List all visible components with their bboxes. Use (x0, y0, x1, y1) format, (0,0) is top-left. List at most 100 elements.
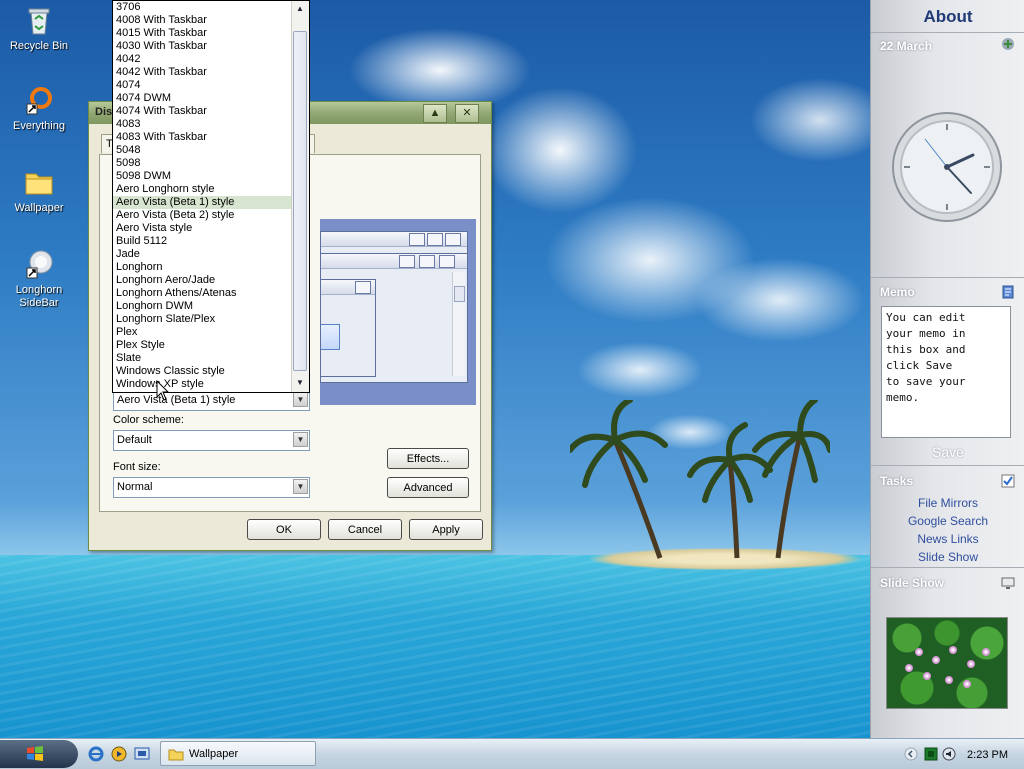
mouse-cursor-icon (156, 380, 170, 401)
preview-message-box (320, 279, 376, 377)
style-dropdown-list[interactable]: 3706 4008 With Taskbar 4015 With Taskbar 40… (112, 0, 310, 393)
analog-clock (892, 112, 1002, 222)
slideshow-image[interactable] (886, 617, 1008, 709)
recycle-bin-icon (23, 4, 55, 36)
dropdown-item[interactable]: 4042 (113, 53, 291, 66)
effects-button[interactable]: Effects... (387, 448, 469, 469)
dropdown-item[interactable]: 3706 (113, 1, 291, 14)
dropdown-item[interactable]: Slate (113, 352, 291, 365)
start-button[interactable] (0, 740, 78, 768)
preview-close-icon (439, 255, 455, 268)
desktop-background: Recycle Bin Everything Wallpaper Longhor… (0, 0, 870, 738)
desktop-icon-label: Wallpaper (14, 202, 64, 214)
dropdown-item[interactable]: 4015 With Taskbar (113, 27, 291, 40)
apply-button[interactable]: Apply (409, 519, 483, 540)
dropdown-item[interactable]: Windows Classic style (113, 365, 291, 378)
desktop-icon-wallpaper[interactable]: Wallpaper (4, 166, 74, 215)
task-slide-show[interactable]: Slide Show (871, 550, 1024, 564)
task-news-links[interactable]: News Links (871, 532, 1024, 546)
memo-save-button[interactable]: Save (871, 444, 1024, 460)
taskbar-button-wallpaper[interactable]: Wallpaper (160, 741, 316, 766)
dropdown-item[interactable]: Aero Vista (Beta 1) style (113, 196, 291, 209)
preview-close-icon (355, 281, 371, 294)
tray-expand-icon[interactable] (904, 747, 918, 761)
sea (0, 555, 870, 738)
clock-settings-icon[interactable] (1001, 37, 1015, 51)
cancel-button[interactable]: Cancel (328, 519, 402, 540)
dropdown-item[interactable]: Longhorn Athens/Atenas (113, 287, 291, 300)
style-select-value: Aero Vista (Beta 1) style (117, 394, 236, 406)
preview-button (321, 324, 340, 350)
preview-maximize-icon (419, 255, 435, 268)
dropdown-item[interactable]: Plex (113, 326, 291, 339)
dropdown-items: 3706 4008 With Taskbar 4015 With Taskbar 40… (113, 1, 291, 391)
dropdown-item[interactable]: 4008 With Taskbar (113, 14, 291, 27)
clock-section: 22 March (871, 32, 1024, 278)
network-icon[interactable] (924, 747, 938, 761)
color-scheme-select[interactable]: Default ▼ (113, 430, 310, 451)
dropdown-item[interactable]: Longhorn (113, 261, 291, 274)
scrollbar-thumb[interactable] (293, 31, 307, 371)
dropdown-item[interactable]: 4042 With Taskbar (113, 66, 291, 79)
desktop-icon-label: Recycle Bin (9, 40, 69, 52)
dropdown-item[interactable]: 4083 With Taskbar (113, 131, 291, 144)
tasks-checklist-icon[interactable] (1001, 474, 1015, 488)
scroll-up-icon[interactable]: ▲ (294, 2, 306, 16)
dropdown-item[interactable]: Longhorn DWM (113, 300, 291, 313)
desktop-icon-everything[interactable]: Everything (4, 84, 74, 133)
dropdown-scrollbar[interactable]: ▲ ▼ (291, 1, 309, 392)
desktop-icon-longhorn-sidebar[interactable]: Longhorn SideBar (4, 248, 74, 310)
desktop-icon-recycle-bin[interactable]: Recycle Bin (4, 4, 74, 53)
dropdown-item[interactable]: Longhorn Slate/Plex (113, 313, 291, 326)
clock-date: 22 March (880, 39, 933, 53)
dropdown-item[interactable]: 4083 (113, 118, 291, 131)
font-size-value: Normal (117, 481, 153, 493)
dropdown-item[interactable]: Jade (113, 248, 291, 261)
dialog-title: Dis (95, 106, 113, 118)
preview-close-icon (445, 233, 461, 246)
desktop-icon-label: Longhorn SideBar (15, 284, 63, 309)
windows-logo-icon (27, 746, 43, 761)
chevron-down-icon[interactable]: ▼ (293, 479, 308, 494)
ok-button[interactable]: OK (247, 519, 321, 540)
color-scheme-value: Default (117, 434, 152, 446)
sidebar-about-title[interactable]: About (871, 0, 1024, 32)
taskbar-button-label: Wallpaper (189, 748, 239, 760)
desktop-icon-label: Everything (13, 120, 65, 132)
memo-notepad-icon[interactable] (1001, 285, 1015, 299)
task-file-mirrors[interactable]: File Mirrors (871, 496, 1024, 510)
dropdown-item[interactable]: 4074 (113, 79, 291, 92)
dropdown-item[interactable]: 5098 DWM (113, 170, 291, 183)
dropdown-item[interactable]: Plex Style (113, 339, 291, 352)
style-select[interactable]: Aero Vista (Beta 1) style ▼ (113, 390, 310, 411)
advanced-button[interactable]: Advanced (387, 477, 469, 498)
dropdown-item[interactable]: 5048 (113, 144, 291, 157)
slideshow-monitor-icon[interactable] (1001, 576, 1015, 590)
dropdown-item[interactable]: Aero Vista style (113, 222, 291, 235)
dropdown-item[interactable]: 4030 With Taskbar (113, 40, 291, 53)
dialog-minimize-button[interactable]: ▲ (423, 104, 447, 123)
task-google-search[interactable]: Google Search (871, 514, 1024, 528)
dropdown-item[interactable]: Longhorn Aero/Jade (113, 274, 291, 287)
dropdown-item[interactable]: 4074 With Taskbar (113, 105, 291, 118)
everything-icon (23, 84, 55, 116)
speaker-icon[interactable] (942, 747, 956, 761)
scroll-down-icon[interactable]: ▼ (294, 376, 306, 390)
chevron-down-icon[interactable]: ▼ (293, 432, 308, 447)
dropdown-item[interactable]: Build 5112 (113, 235, 291, 248)
dropdown-item[interactable]: Aero Longhorn style (113, 183, 291, 196)
memo-textarea[interactable]: You can edit your memo in this box and c… (881, 306, 1011, 438)
dropdown-item[interactable]: 5098 (113, 157, 291, 170)
show-desktop-icon[interactable] (134, 746, 150, 762)
dialog-close-button[interactable]: ✕ (455, 104, 479, 123)
internet-explorer-icon[interactable] (88, 746, 104, 762)
dropdown-item[interactable]: 4074 DWM (113, 92, 291, 105)
chevron-down-icon[interactable]: ▼ (293, 392, 308, 407)
taskbar-clock[interactable]: 2:23 PM (967, 749, 1008, 761)
preview-maximize-icon (427, 233, 443, 246)
font-size-select[interactable]: Normal ▼ (113, 477, 310, 498)
dropdown-item[interactable]: Aero Vista (Beta 2) style (113, 209, 291, 222)
dropdown-item[interactable]: Windows XP style (113, 378, 291, 391)
media-player-icon[interactable] (111, 746, 127, 762)
palm-trees (570, 400, 830, 559)
